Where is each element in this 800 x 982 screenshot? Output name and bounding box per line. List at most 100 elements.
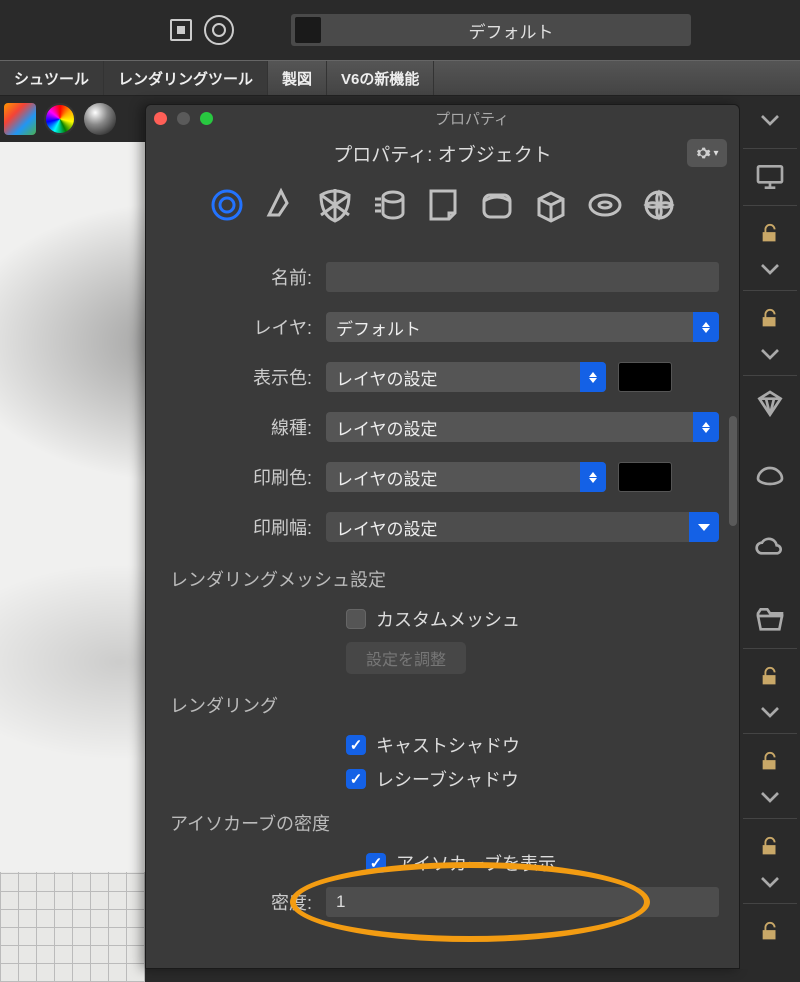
layer-dropdown-label: デフォルト [331,18,691,43]
tab-render-tools[interactable]: レンダリングツール [104,61,268,95]
form-body: 名前: レイヤ: デフォルト 表示色: レイヤの設定 線種: レイヤの設定 [146,248,739,924]
dock-chevron-icon[interactable] [750,786,790,808]
circle-icon[interactable] [204,15,234,45]
print-color-select[interactable]: レイヤの設定 [326,462,606,492]
traffic-lights [154,112,213,125]
property-tabs [146,175,739,248]
object-tab-icon[interactable] [207,185,247,230]
row-print-width: 印刷幅: レイヤの設定 [166,502,719,552]
gear-icon [695,145,711,161]
lock-icon[interactable] [750,914,790,950]
left-icon-row [0,96,145,142]
label-linetype: 線種: [166,414,326,440]
chevron-down-icon [689,512,719,542]
rosette-icon[interactable] [639,185,679,230]
print-color-swatch[interactable] [618,462,672,492]
layer-color-swatch [295,17,321,43]
torus-icon[interactable] [585,185,625,230]
diamond-icon[interactable] [750,386,790,422]
panel-header-text: プロパティ: オブジェクト [333,140,551,167]
cast-shadow-checkbox[interactable] [346,735,366,755]
toolbar-tabs: シュツール レンダリングツール 製図 V6の新機能 [0,60,800,96]
dock-chevron-icon[interactable] [750,258,790,280]
row-density: 密度: 1 [166,880,719,924]
row-layer: レイヤ: デフォルト [166,302,719,352]
label-print-color: 印刷色: [166,464,326,490]
display-color-value: レイヤの設定 [336,365,438,390]
box-rounded-icon[interactable] [477,185,517,230]
display-color-swatch[interactable] [618,362,672,392]
density-input[interactable]: 1 [326,887,719,917]
right-dock [740,96,800,969]
minimize-icon[interactable] [177,112,190,125]
folder-open-icon[interactable] [750,602,790,638]
row-print-color: 印刷色: レイヤの設定 [166,452,719,502]
cloud-icon[interactable] [750,530,790,566]
cylinder-lines-icon[interactable] [369,185,409,230]
section-rendering: レンダリング [166,678,719,728]
adjust-settings-button: 設定を調整 [346,642,466,674]
dock-chevron-icon[interactable] [750,102,790,138]
receive-shadow-checkbox[interactable] [346,769,366,789]
cast-shadow-label: キャストシャドウ [376,732,520,758]
square-dot-icon[interactable] [170,19,192,41]
panel-options-button[interactable]: ▾ [687,139,727,167]
print-width-select[interactable]: レイヤの設定 [326,512,719,542]
dock-chevron-icon[interactable] [750,701,790,723]
section-isocurve-density: アイソカーブの密度 [166,796,719,846]
note-tab-icon[interactable] [423,185,463,230]
chevron-updown-icon [580,462,606,492]
left-area [0,96,145,969]
zoom-icon[interactable] [200,112,213,125]
scrollbar[interactable] [729,416,737,526]
viewport[interactable] [0,142,145,969]
lock-icon[interactable] [750,744,790,780]
close-icon[interactable] [154,112,167,125]
display-color-select[interactable]: レイヤの設定 [326,362,606,392]
section-render-mesh: レンダリングメッシュ設定 [166,552,719,602]
dock-chevron-icon[interactable] [750,871,790,893]
label-density: 密度: [166,889,326,915]
lock-icon[interactable] [750,216,790,252]
linetype-select[interactable]: レイヤの設定 [326,412,719,442]
gradient-material-icon[interactable] [4,103,36,135]
label-layer: レイヤ: [166,314,326,340]
chevron-updown-icon [580,362,606,392]
viewport-grid [0,872,145,982]
row-cast-shadow: キャストシャドウ [166,728,719,762]
lock-icon[interactable] [750,301,790,337]
print-color-value: レイヤの設定 [336,465,438,490]
lock-icon[interactable] [750,829,790,865]
linetype-value: レイヤの設定 [336,415,438,440]
dock-chevron-icon[interactable] [750,343,790,365]
material-tab-icon[interactable] [261,185,301,230]
name-input[interactable] [326,262,719,292]
layer-select[interactable]: デフォルト [326,312,719,342]
print-width-value: レイヤの設定 [336,515,438,540]
row-receive-shadow: レシーブシャドウ [166,762,719,796]
row-name: 名前: [166,252,719,302]
layer-dropdown[interactable]: デフォルト [291,14,691,46]
label-display-color: 表示色: [166,364,326,390]
chevron-updown-icon [693,312,719,342]
panel-window-title: プロパティ [213,108,731,129]
panel-titlebar[interactable]: プロパティ [146,105,739,131]
monitor-icon[interactable] [750,159,790,195]
row-display-color: 表示色: レイヤの設定 [166,352,719,402]
tab-mesh-tools[interactable]: シュツール [0,61,104,95]
lock-icon[interactable] [750,659,790,695]
show-isocurve-checkbox[interactable] [366,853,386,873]
label-print-width: 印刷幅: [166,514,326,540]
layer-select-value: デフォルト [336,315,421,340]
custom-mesh-checkbox[interactable] [346,609,366,629]
hat-icon[interactable] [750,458,790,494]
top-bar: デフォルト [0,0,800,60]
texture-tab-icon[interactable] [315,185,355,230]
tab-drafting[interactable]: 製図 [268,61,327,95]
tab-v6-new[interactable]: V6の新機能 [327,61,434,95]
box-perspective-icon[interactable] [531,185,571,230]
sphere-material-icon[interactable] [84,103,116,135]
properties-panel: プロパティ プロパティ: オブジェクト ▾ 名前: レイヤ: デフォルト [145,104,740,969]
custom-mesh-label: カスタムメッシュ [376,606,520,632]
color-wheel-icon[interactable] [44,103,76,135]
